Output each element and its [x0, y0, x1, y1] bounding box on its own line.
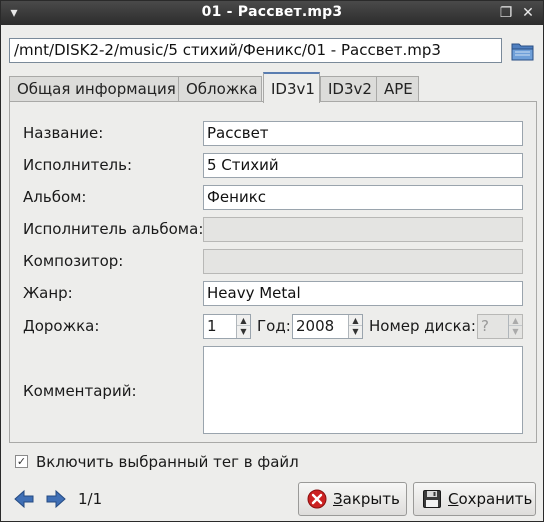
comment-label: Комментарий:	[23, 382, 137, 400]
tab-id3v1[interactable]: ID3v1	[263, 72, 320, 103]
disc-number-value: ?	[481, 317, 489, 335]
genre-input[interactable]: Heavy Metal	[203, 281, 523, 306]
track-decrement-icon[interactable]: ▼	[237, 326, 250, 337]
track-spin-buttons: ▲ ▼	[236, 315, 250, 338]
artist-label: Исполнитель:	[23, 156, 133, 174]
title-input[interactable]: Рассвет	[203, 121, 523, 146]
file-path-field[interactable]: /mnt/DISK2-2/music/5 стихий/Феникс/01 - …	[9, 38, 502, 63]
disc-spin-buttons: ▲ ▼	[508, 315, 522, 338]
artist-input[interactable]: 5 Стихий	[203, 153, 523, 178]
floppy-disk-icon	[422, 489, 442, 509]
year-increment-icon[interactable]: ▲	[349, 315, 362, 326]
comment-textarea[interactable]	[203, 346, 523, 434]
year-value: 2008	[296, 317, 335, 335]
composer-input	[203, 249, 523, 274]
track-value: 1	[207, 317, 217, 335]
track-label: Дорожка:	[23, 317, 100, 335]
close-button[interactable]: Закрыть	[298, 482, 407, 516]
close-button-label: Закрыть	[333, 490, 400, 508]
file-counter: 1/1	[78, 490, 103, 508]
folder-open-icon[interactable]	[510, 38, 536, 63]
album-label: Альбом:	[23, 188, 87, 206]
track-increment-icon[interactable]: ▲	[237, 315, 250, 326]
album-artist-label: Исполнитель альбома:	[23, 220, 204, 238]
include-tag-checkbox[interactable]: ✓	[15, 455, 28, 468]
tab-id3v2[interactable]: ID3v2	[320, 76, 377, 102]
save-button-label: Сохранить	[448, 490, 533, 508]
year-spinner[interactable]: 2008 ▲ ▼	[292, 314, 363, 339]
stop-icon	[307, 489, 327, 509]
year-spin-buttons: ▲ ▼	[348, 315, 362, 338]
disc-number-spinner: ? ▲ ▼	[477, 314, 523, 339]
genre-label: Жанр:	[23, 284, 73, 302]
title-label: Название:	[23, 124, 104, 142]
composer-label: Композитор:	[23, 252, 124, 270]
window-title: 01 - Рассвет.mp3	[201, 4, 343, 20]
disc-number-label: Номер диска:	[369, 317, 476, 335]
include-tag-label[interactable]: Включить выбранный тег в файл	[36, 453, 299, 471]
save-button[interactable]: Сохранить	[413, 482, 536, 516]
year-label: Год:	[257, 317, 291, 335]
tab-cover[interactable]: Обложка	[178, 76, 262, 102]
restore-icon[interactable]: ❐	[497, 4, 515, 22]
arrow-right-icon[interactable]	[45, 488, 67, 510]
disc-increment-icon: ▲	[509, 315, 522, 326]
tag-editor-window: ▾ 01 - Рассвет.mp3 ❐ ✕ /mnt/DISK2-2/musi…	[0, 0, 544, 522]
disc-decrement-icon: ▼	[512, 327, 519, 336]
close-icon[interactable]: ✕	[519, 4, 537, 22]
title-bar[interactable]: ▾ 01 - Рассвет.mp3 ❐ ✕	[1, 1, 543, 25]
album-artist-input	[203, 217, 523, 242]
album-input[interactable]: Феникс	[203, 185, 523, 210]
track-spinner[interactable]: 1 ▲ ▼	[203, 314, 251, 339]
tab-general[interactable]: Общая информация	[9, 76, 179, 102]
arrow-left-icon[interactable]	[13, 488, 35, 510]
year-decrement-icon[interactable]: ▼	[349, 326, 362, 337]
tab-ape[interactable]: APE	[376, 76, 419, 102]
